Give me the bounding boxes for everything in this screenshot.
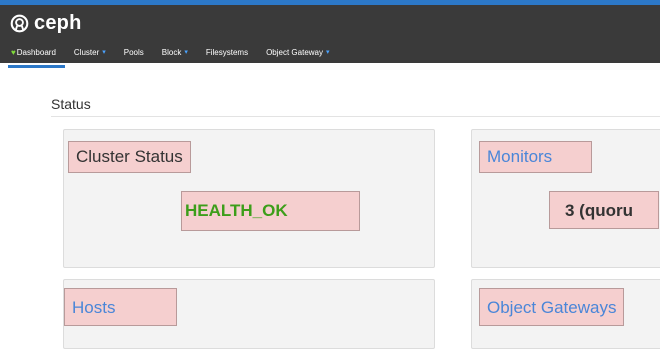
cluster-status-title: Cluster Status: [68, 141, 191, 173]
nav-object-gateway[interactable]: Object Gateway ▾: [257, 44, 338, 68]
hosts-title[interactable]: Hosts: [64, 288, 177, 326]
chevron-down-icon: ▾: [184, 49, 188, 56]
object-gateways-title[interactable]: Object Gateways: [479, 288, 625, 326]
nav-pools[interactable]: Pools: [115, 44, 153, 68]
monitors-value: 3 (quoru: [549, 191, 659, 229]
chevron-down-icon: ▾: [326, 49, 330, 56]
hosts-card[interactable]: Hosts: [63, 279, 435, 349]
main-nav: ♥ Dashboard Cluster ▾ Pools Block ▾ File…: [8, 44, 339, 68]
cluster-status-card: Cluster Status HEALTH_OK: [63, 129, 435, 268]
chevron-down-icon: ▾: [102, 49, 106, 56]
brand-name: ceph: [34, 12, 82, 34]
cluster-health-value: HEALTH_OK: [181, 191, 360, 231]
status-heading: Status: [51, 96, 91, 112]
nav-dashboard[interactable]: ♥ Dashboard: [8, 44, 65, 68]
nav-object-gateway-label: Object Gateway: [266, 48, 323, 57]
monitors-card[interactable]: Monitors 3 (quoru: [471, 129, 660, 268]
monitors-title[interactable]: Monitors: [479, 141, 592, 173]
nav-block-label: Block: [161, 48, 182, 57]
top-navbar: ceph ♥ Dashboard Cluster ▾ Pools Block ▾…: [0, 0, 660, 68]
brand-logo[interactable]: ceph: [10, 13, 81, 33]
ceph-logo-icon: [10, 14, 29, 32]
heart-icon: ♥: [11, 48, 16, 57]
nav-dashboard-label: Dashboard: [16, 48, 56, 57]
nav-cluster-label: Cluster: [73, 48, 100, 57]
nav-pools-label: Pools: [123, 48, 144, 57]
nav-block[interactable]: Block ▾: [153, 44, 197, 68]
status-divider: [51, 116, 660, 117]
nav-cluster[interactable]: Cluster ▾: [65, 44, 115, 68]
nav-filesystems[interactable]: Filesystems: [197, 44, 257, 68]
object-gateways-card[interactable]: Object Gateways: [471, 279, 660, 349]
nav-filesystems-label: Filesystems: [205, 48, 249, 57]
